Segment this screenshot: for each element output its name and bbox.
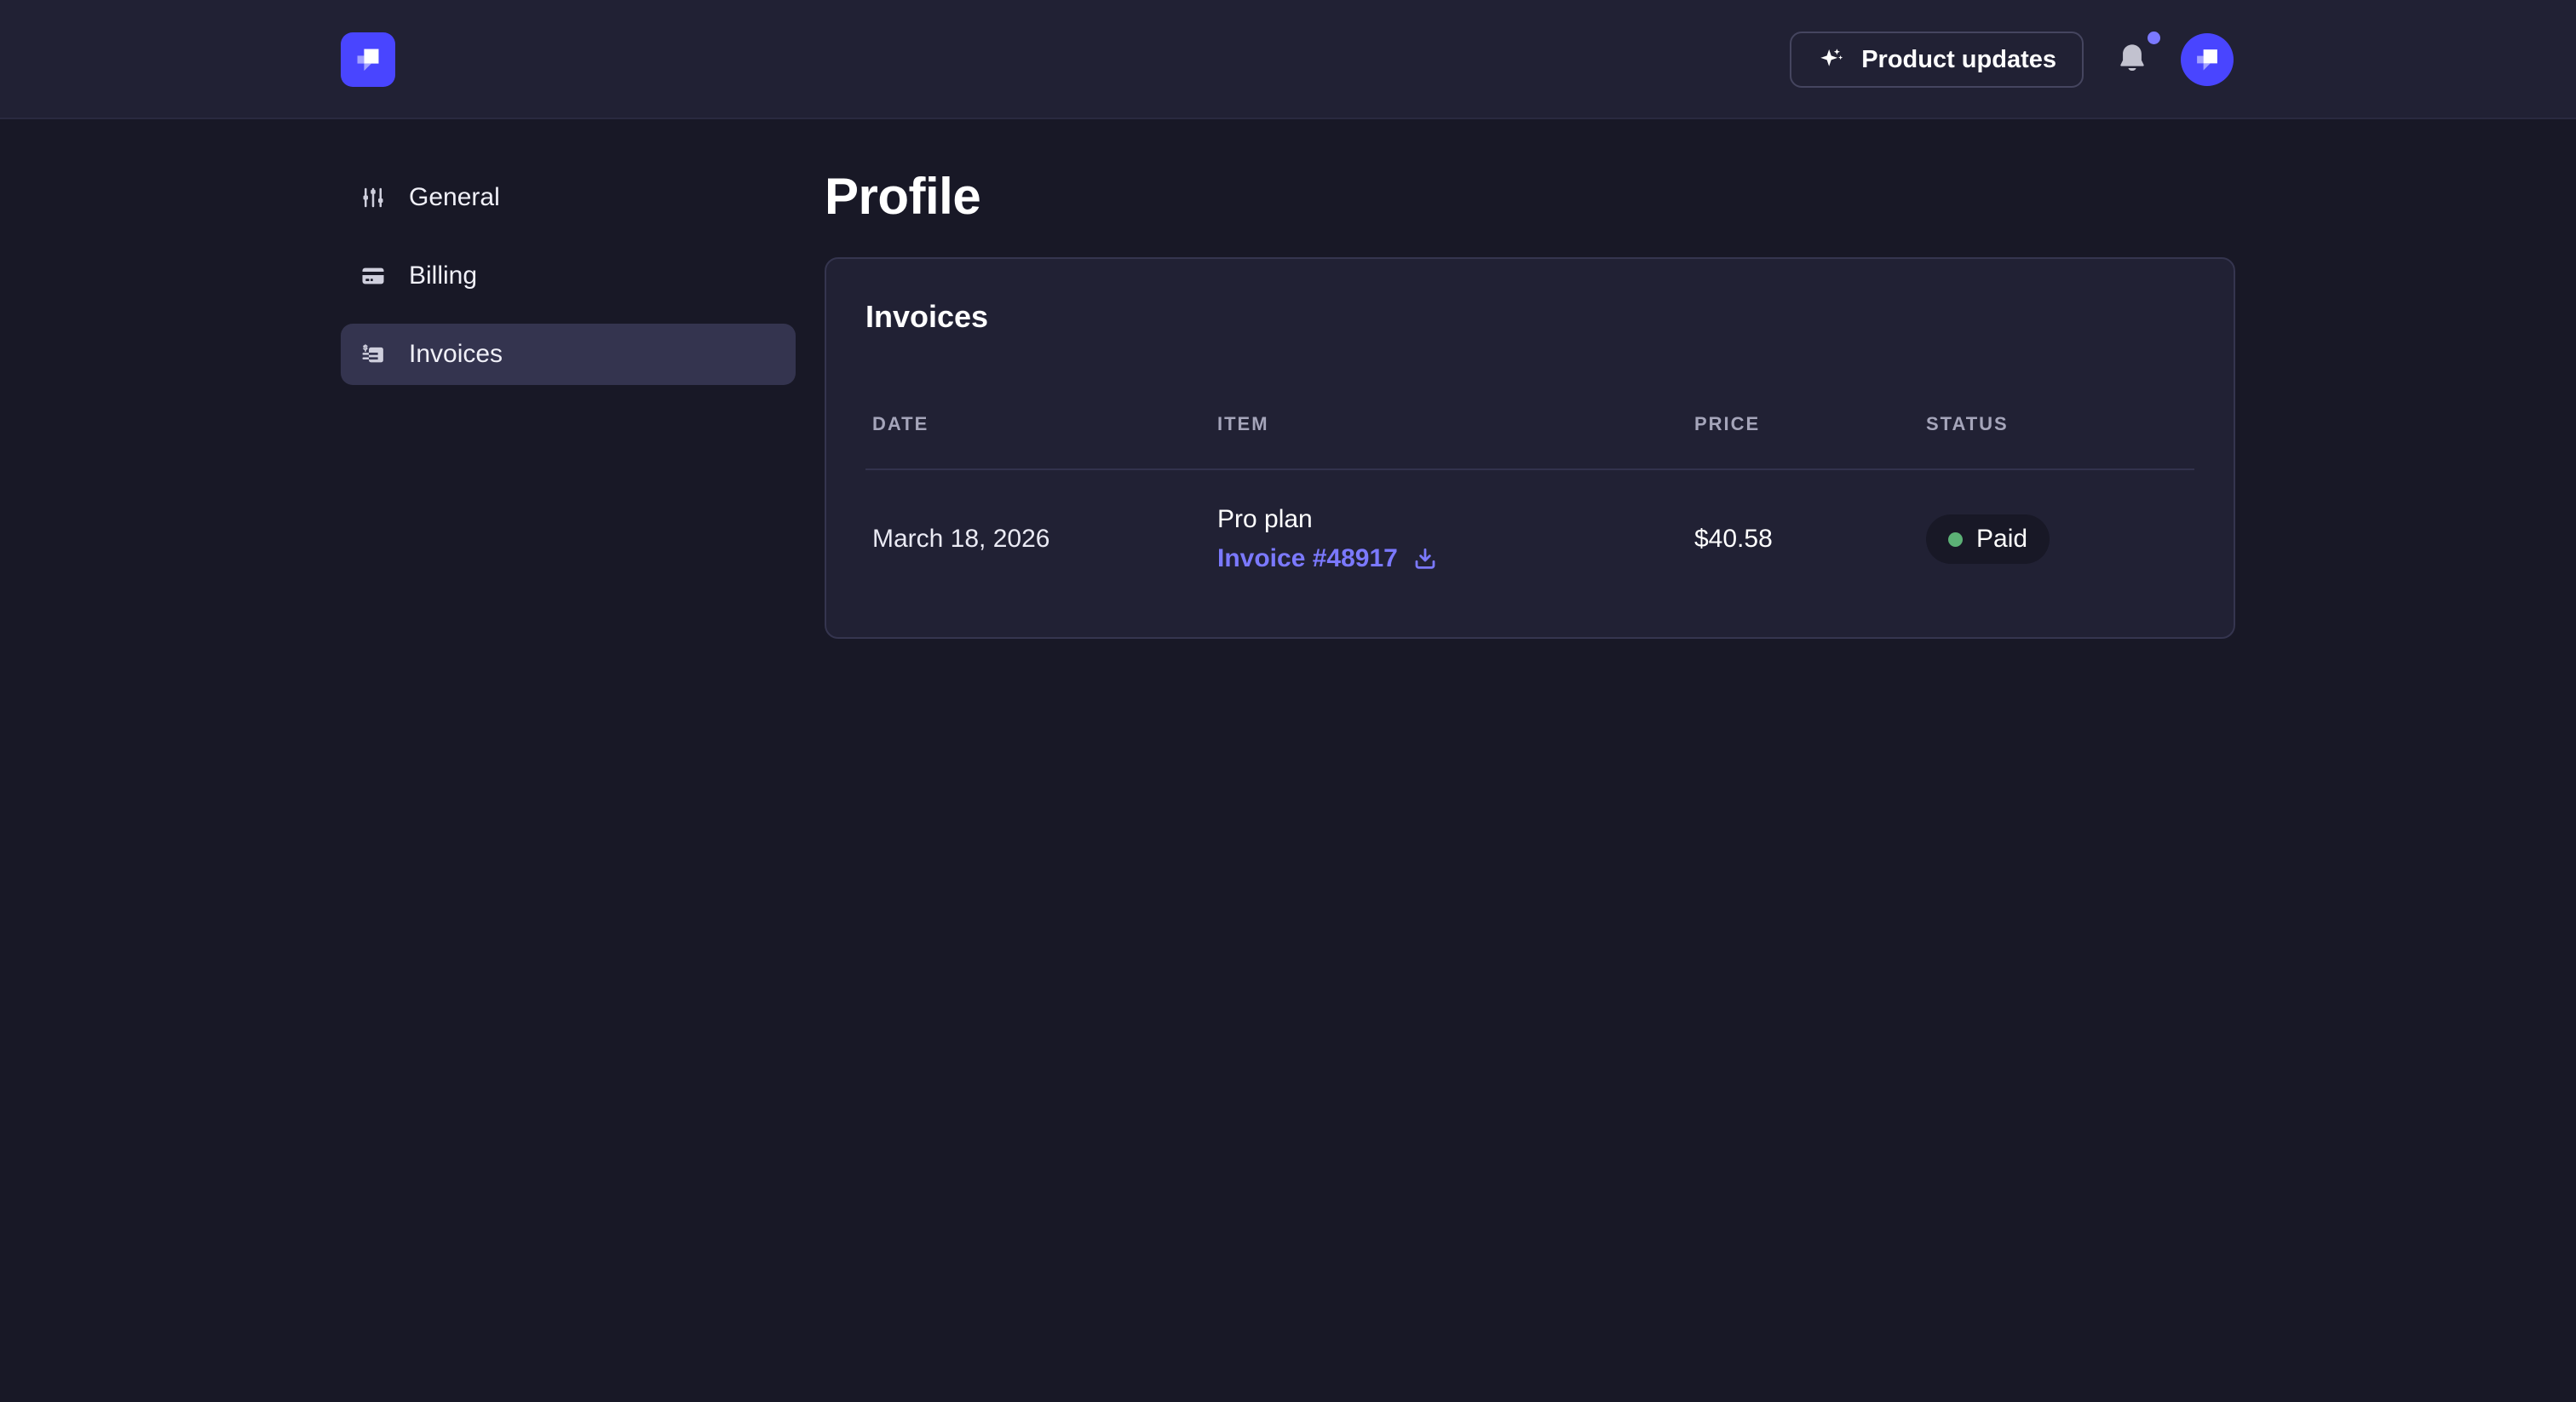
sparkle-icon xyxy=(1817,45,1846,74)
topbar: Product updates xyxy=(0,0,2576,119)
app-root: Product updates xyxy=(0,0,2576,1402)
status-badge: Paid xyxy=(1926,514,2050,564)
invoices-table-header: DATE ITEM PRICE STATUS xyxy=(865,412,2194,436)
sidebar-item-label: Invoices xyxy=(409,340,503,369)
invoice-row: March 18, 2026 Pro plan Invoice #48917 xyxy=(865,470,2194,576)
app-logo[interactable] xyxy=(341,32,395,87)
notifications-button[interactable] xyxy=(2113,40,2152,79)
invoice-icon xyxy=(359,341,387,368)
topbar-actions: Product updates xyxy=(1790,0,2234,119)
column-header-item: ITEM xyxy=(1210,412,1688,436)
invoice-item-name: Pro plan xyxy=(1217,503,1688,537)
invoice-download-link[interactable]: Invoice #48917 xyxy=(1217,542,1688,576)
download-icon xyxy=(1412,545,1439,572)
sidebar-item-label: Billing xyxy=(409,261,477,290)
page-title: Profile xyxy=(825,166,2235,227)
product-updates-label: Product updates xyxy=(1861,46,2056,74)
column-header-price: PRICE xyxy=(1688,412,1919,436)
notification-dot xyxy=(2148,32,2160,44)
bell-icon xyxy=(2113,40,2152,79)
invoice-item-cell: Pro plan Invoice #48917 xyxy=(1210,503,1688,576)
invoice-status-cell: Paid xyxy=(1919,514,2194,564)
invoices-card: Invoices DATE ITEM PRICE STATUS March 18… xyxy=(825,257,2235,639)
sidebar-item-invoices[interactable]: Invoices xyxy=(341,324,796,385)
sidebar-item-label: General xyxy=(409,183,500,212)
invoices-table: DATE ITEM PRICE STATUS March 18, 2026 Pr… xyxy=(865,412,2194,576)
strapi-logo-icon xyxy=(350,42,386,78)
sidebar-item-general[interactable]: General xyxy=(341,167,796,228)
column-header-status: STATUS xyxy=(1919,412,2194,436)
status-badge-label: Paid xyxy=(1976,525,2027,554)
main-content: Profile Invoices DATE ITEM PRICE STATUS … xyxy=(825,119,2235,639)
avatar-strapi-mark-icon xyxy=(2190,43,2224,77)
column-header-date: DATE xyxy=(865,412,1210,436)
invoice-price: $40.58 xyxy=(1688,525,1919,554)
invoice-date: March 18, 2026 xyxy=(865,525,1210,554)
credit-card-icon xyxy=(359,262,387,290)
settings-sidebar: General Billing xyxy=(341,167,796,402)
user-avatar[interactable] xyxy=(2181,33,2234,86)
invoice-link-label: Invoice #48917 xyxy=(1217,542,1398,576)
invoices-card-title: Invoices xyxy=(865,298,2194,336)
paid-status-dot-icon xyxy=(1948,532,1963,547)
settings-sliders-icon xyxy=(359,184,387,211)
sidebar-item-billing[interactable]: Billing xyxy=(341,245,796,307)
product-updates-button[interactable]: Product updates xyxy=(1790,32,2084,88)
